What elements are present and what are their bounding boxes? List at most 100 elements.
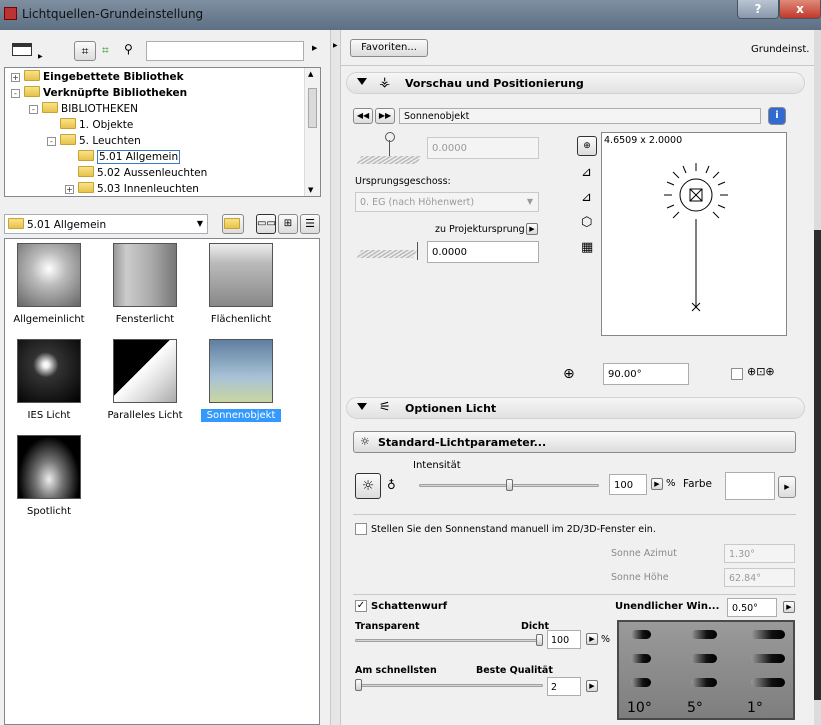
help-button[interactable]: ? <box>737 0 779 19</box>
thumbnail-label[interactable]: Sonnenobjekt <box>201 409 281 422</box>
thumbnail-image[interactable] <box>17 435 81 499</box>
thumbnail-image[interactable] <box>113 243 177 307</box>
expander-icon[interactable]: - <box>47 137 56 146</box>
to-project-zero-toggle[interactable]: ▶ <box>526 223 538 235</box>
sun-manual-checkbox[interactable] <box>355 523 367 535</box>
next-button[interactable]: ▶▶ <box>375 108 395 124</box>
shadow-checkbox[interactable]: ✓ <box>355 600 367 612</box>
pane-divider[interactable]: ▶ <box>330 30 341 725</box>
folder-icon <box>78 182 94 193</box>
plan-view-button[interactable]: ⊕ <box>577 136 597 156</box>
separator <box>341 65 814 66</box>
tree-node[interactable]: +5.03 Innenleuchten <box>11 181 207 197</box>
folder-select[interactable]: 5.01 Allgemein ▼ <box>4 214 208 234</box>
tree-view-icon[interactable] <box>12 43 32 56</box>
infinite-light-input[interactable]: 0.50° <box>727 598 777 617</box>
density-slider[interactable] <box>355 633 543 649</box>
linked-library-icon[interactable]: ⌗ <box>102 43 109 58</box>
color-label: Farbe <box>683 478 712 490</box>
preview-section-header[interactable]: ⚶ Vorschau und Positionierung <box>346 72 805 94</box>
thumbnail-image[interactable] <box>113 339 177 403</box>
folder-up-button[interactable] <box>222 214 244 234</box>
elevation-icon <box>356 132 423 170</box>
panel-arrow-icon[interactable]: ▶ <box>312 44 317 52</box>
thumbnail-label[interactable]: Paralleles Licht <box>93 409 197 422</box>
density-slider-knob[interactable] <box>536 634 543 646</box>
infinite-light-step-button[interactable]: ▶ <box>783 601 795 613</box>
thumbnail-label[interactable]: Fensterlicht <box>93 313 197 326</box>
standard-light-parameters-button[interactable]: ☼ Standard-Lichtparameter... <box>353 431 796 453</box>
search-input[interactable] <box>146 41 304 61</box>
quality-step-button[interactable]: ▶ <box>586 680 598 692</box>
tree-node[interactable]: - BIBLIOTHEKEN <box>11 101 207 117</box>
bulb-icon: ☼ <box>360 435 370 448</box>
percent-label: % <box>666 478 676 489</box>
elevation-input[interactable]: 0.0000 <box>427 137 539 159</box>
thumbnail-image[interactable] <box>209 243 273 307</box>
thumbnail-image[interactable] <box>209 339 273 403</box>
tree-node[interactable]: - 5. Leuchten <box>11 133 207 149</box>
options-icon: ⚟ <box>379 400 391 415</box>
elevation-view-icon[interactable]: ⊿ <box>581 190 592 205</box>
thumbnail-image[interactable] <box>17 243 81 307</box>
offset-input[interactable]: 0.0000 <box>427 241 539 263</box>
tree-node[interactable]: 1. Objekte <box>11 117 207 133</box>
section-view-icon[interactable]: ⊿ <box>581 165 592 180</box>
window-scrollbar-thumb[interactable] <box>814 230 821 700</box>
quality-slider[interactable] <box>355 678 543 694</box>
sun-height-input[interactable]: 62.84° <box>724 568 795 587</box>
close-button[interactable]: x <box>779 0 821 19</box>
view-large-button[interactable]: ▭▭ <box>256 214 276 234</box>
bulb-off-icon[interactable]: ♁ <box>387 478 396 492</box>
expander-icon[interactable]: + <box>65 185 74 194</box>
thumbnail-label[interactable]: IES Licht <box>0 409 101 422</box>
window-title: Lichtquellen-Grundeinstellung <box>22 7 204 21</box>
search-icon[interactable]: ⚲ <box>124 42 133 56</box>
thumbnail-label[interactable]: Flächenlicht <box>189 313 293 326</box>
intensity-slider-knob[interactable] <box>505 479 513 491</box>
dropdown-arrow-icon[interactable]: ▶ <box>38 53 43 60</box>
expander-icon[interactable]: - <box>11 89 20 98</box>
tree-node[interactable]: 5.01 Allgemein <box>11 149 207 165</box>
view-grid-button[interactable]: ⊞ <box>278 214 298 234</box>
color-picker-button[interactable]: ▶ <box>778 476 796 498</box>
sun-azimuth-input[interactable]: 1.30° <box>724 544 795 563</box>
rotation-input[interactable]: 90.00° <box>603 363 689 385</box>
previous-button[interactable]: ◀◀ <box>353 108 373 124</box>
intensity-step-button[interactable]: ▶ <box>651 478 663 490</box>
folder-icon <box>78 166 94 177</box>
library-icon[interactable]: ⌗ <box>74 41 96 61</box>
tree-node-label: BIBLIOTHEKEN <box>61 103 139 115</box>
folder-icon <box>60 118 76 129</box>
favorites-button[interactable]: Favoriten... <box>350 39 428 57</box>
expander-icon[interactable]: - <box>29 105 38 114</box>
info-icon[interactable]: i <box>768 107 786 125</box>
density-input[interactable]: 100 <box>547 630 581 649</box>
library-tree[interactable]: + Eingebettete Bibliothek - Verknüpfte Bibl… <box>4 67 321 197</box>
thumbnail-image[interactable] <box>17 339 81 403</box>
tree-node[interactable]: 5.02 Aussenleuchten <box>11 165 207 181</box>
intensity-slider[interactable] <box>419 477 599 495</box>
dense-label: Dicht <box>521 621 550 632</box>
options-section-header[interactable]: ⚟ Optionen Licht <box>346 397 805 419</box>
3d-view-icon[interactable]: ⬡ <box>581 215 592 230</box>
thumbnail-label[interactable]: Spotlicht <box>0 505 101 518</box>
tree-scrollbar[interactable]: ▲ ▼ <box>304 68 320 196</box>
home-story-select[interactable]: 0. EG (nach Höhenwert) ▼ <box>355 192 539 212</box>
tree-node[interactable]: - Verknüpfte Bibliotheken <box>11 85 207 101</box>
thumbnail-label[interactable]: Allgemeinlicht <box>0 313 101 326</box>
film-view-icon[interactable]: ▦ <box>581 240 593 255</box>
color-swatch[interactable] <box>725 472 775 500</box>
view-list-button[interactable]: ☰ <box>300 214 320 234</box>
transparent-label: Transparent <box>355 621 420 632</box>
separator <box>353 514 796 515</box>
tree-node[interactable]: + Eingebettete Bibliothek <box>11 69 207 85</box>
light-on-icon[interactable]: ☼ <box>355 473 381 499</box>
offset-icon <box>356 242 423 264</box>
intensity-input[interactable]: 100 <box>609 474 647 495</box>
expander-icon[interactable]: + <box>11 73 20 82</box>
density-step-button[interactable]: ▶ <box>586 633 598 645</box>
quality-slider-knob[interactable] <box>355 679 362 691</box>
quality-input[interactable]: 2 <box>547 677 581 696</box>
mirror-checkbox[interactable] <box>731 368 743 380</box>
